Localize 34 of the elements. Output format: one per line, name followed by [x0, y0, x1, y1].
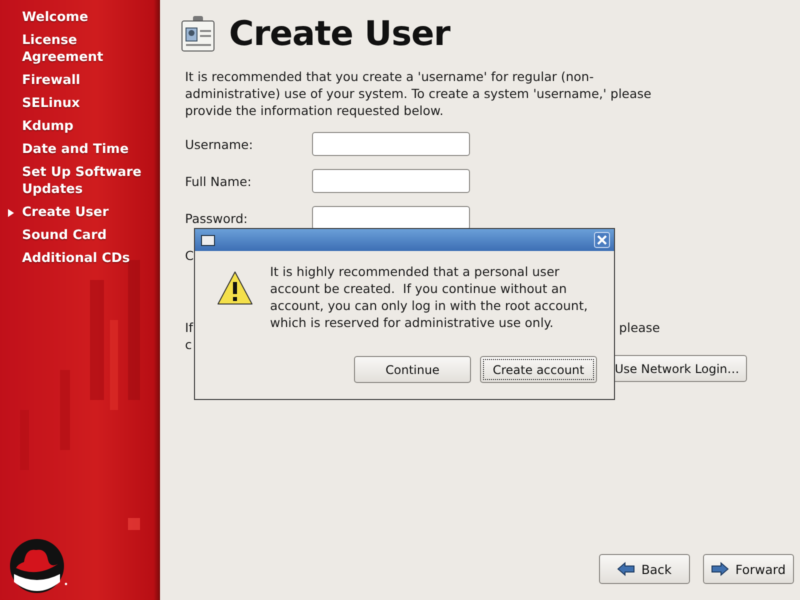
intro-text: It is recommended that you create a 'username' for regular (non-administrative) use of your system. To create a system 'username,' please provide the information requested below.	[185, 68, 652, 119]
id-card-icon	[181, 16, 215, 52]
back-button[interactable]: Back	[599, 554, 690, 584]
sidebar-item[interactable]: Sound Card	[0, 227, 115, 244]
back-arrow-icon	[617, 562, 636, 576]
dialog-button[interactable]: Continue	[354, 356, 471, 383]
input-field[interactable]	[312, 132, 470, 156]
field-label: Password:	[185, 210, 249, 226]
forward-button[interactable]: Forward	[703, 554, 794, 584]
note-text: please	[619, 319, 660, 336]
sidebar-item[interactable]: Additional CDs	[0, 250, 138, 267]
page-title: Create User	[229, 14, 450, 54]
logo-icon	[10, 538, 68, 594]
field-label: Full Name:	[185, 174, 252, 188]
close-icon[interactable]	[594, 232, 610, 248]
input-field[interactable]	[312, 169, 470, 193]
sidebar-item[interactable]: Set Up Software Updates	[0, 164, 160, 198]
field-label: C	[185, 248, 195, 262]
note-text: c	[185, 336, 192, 353]
sidebar-item[interactable]: Kdump	[0, 118, 82, 135]
dialog-button[interactable]: Create account	[480, 356, 597, 383]
window-icon	[201, 234, 215, 246]
input-field[interactable]	[312, 206, 470, 230]
dialog-message: It is highly recommended that a personal user account be created. If you continue without an account, you can only log in with the root account, which is reserved for administrative use only.	[270, 263, 589, 331]
sidebar-item[interactable]: Date and Time	[0, 141, 137, 158]
sidebar-item[interactable]: Welcome	[0, 9, 96, 26]
warning-icon	[217, 271, 253, 305]
sidebar-item[interactable]: Firewall	[0, 72, 88, 89]
note-text: If	[185, 319, 194, 336]
forward-arrow-icon	[711, 562, 730, 576]
field-label: Username:	[185, 136, 254, 152]
sidebar-item[interactable]: SELinux	[0, 95, 88, 112]
sidebar-item[interactable]: Create User	[0, 204, 117, 221]
sidebar-item[interactable]: License Agreement	[0, 32, 160, 66]
